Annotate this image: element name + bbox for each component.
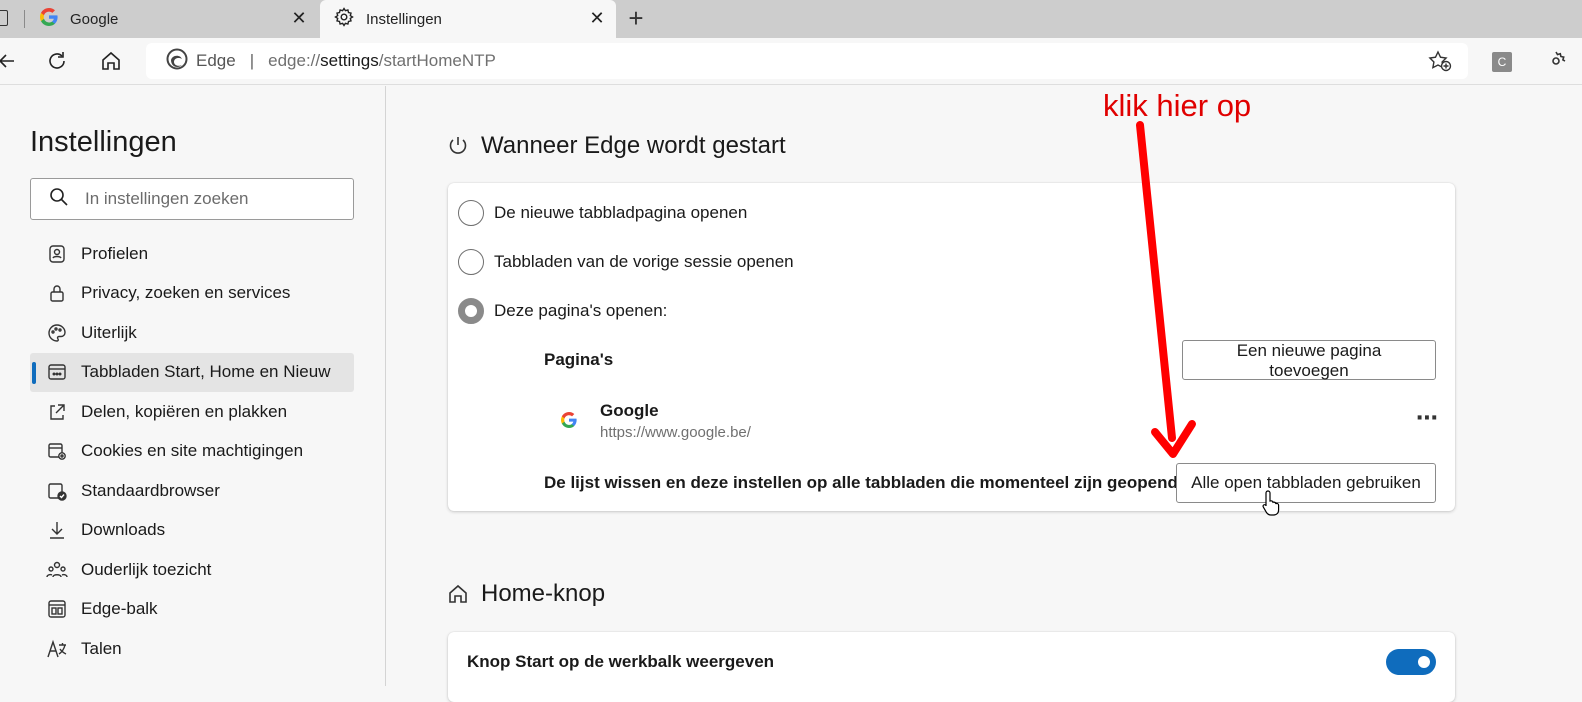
new-tab-button[interactable]: + <box>622 5 650 33</box>
refresh-icon <box>49 52 65 69</box>
tab-separator <box>24 10 25 28</box>
radio-label: Deze pagina's openen: <box>494 301 668 320</box>
radio-label: Tabbladen van de vorige sessie openen <box>494 252 794 271</box>
tab-google[interactable]: Google ✕ <box>26 0 318 38</box>
sidebar-item-label: Cookies en site machtigingen <box>81 441 304 461</box>
radio-button[interactable] <box>458 249 484 275</box>
page-entry-url: https://www.google.be/ <box>600 424 751 441</box>
use-all-open-tabs-button[interactable]: Alle open tabbladen gebruiken <box>1176 463 1436 503</box>
sidebar-item-ouderlijk[interactable]: Ouderlijk toezicht <box>30 550 354 590</box>
radio-button-checked[interactable] <box>458 298 484 324</box>
close-tab-icon[interactable]: ✕ <box>290 9 308 27</box>
page-entry-name: Google <box>600 401 659 420</box>
back-arrow-icon <box>0 54 14 68</box>
annotation-text: klik hier op <box>1103 88 1252 123</box>
family-icon <box>46 559 68 581</box>
home-button-toggle[interactable] <box>1386 649 1436 675</box>
previous-tab-stub[interactable] <box>0 10 8 26</box>
sidebar-item-label: Ouderlijk toezicht <box>81 559 212 579</box>
tab-title: Instellingen <box>366 10 442 28</box>
pages-label: Pagina's <box>544 350 614 369</box>
sidebar-item-edge-balk[interactable]: Edge-balk <box>30 590 354 630</box>
radio-label: De nieuwe tabbladpagina openen <box>494 203 748 222</box>
browser-check-icon <box>46 480 68 502</box>
sidebar-item-label: Privacy, zoeken en services <box>81 283 291 303</box>
home-icon <box>447 583 469 605</box>
sidebar-item-privacy[interactable]: Privacy, zoeken en services <box>30 274 354 314</box>
tab-settings[interactable]: Instellingen ✕ <box>320 0 616 38</box>
sidebar-item-uiterlijk[interactable]: Uiterlijk <box>30 313 354 353</box>
sidebar-item-label: Standaardbrowser <box>81 480 220 500</box>
home-icon <box>102 51 120 70</box>
radio-open-pages[interactable]: Deze pagina's openen: <box>458 298 667 324</box>
add-favorite-icon[interactable] <box>1428 50 1452 77</box>
language-icon <box>46 638 68 660</box>
extensions-icon[interactable] <box>1545 50 1567 77</box>
url-path: /startHomeNTP <box>378 51 496 70</box>
radio-new-tab[interactable]: De nieuwe tabbladpagina openen <box>458 200 747 226</box>
hand-cursor-icon <box>1262 490 1280 516</box>
section-home-title: Home-knop <box>447 580 605 608</box>
tab-title: Google <box>70 10 119 28</box>
profile-icon <box>46 243 68 265</box>
home-button[interactable] <box>96 46 126 76</box>
cookie-icon <box>46 440 68 462</box>
gear-icon <box>334 7 354 31</box>
home-card: Knop Start op de werkbalk weergeven <box>448 632 1455 702</box>
section-title-text: Wanneer Edge wordt gestart <box>481 132 786 159</box>
clear-list-label: De lijst wissen en deze instellen op all… <box>544 473 1178 492</box>
search-icon <box>49 187 69 212</box>
lock-icon <box>46 282 68 304</box>
google-g-icon <box>40 8 58 30</box>
address-brand: Edge <box>196 51 236 70</box>
share-icon <box>46 401 68 423</box>
download-icon <box>46 519 68 541</box>
settings-sidebar: Instellingen Profielen Privacy, zoeken e… <box>0 86 386 686</box>
startup-card: De nieuwe tabbladpagina openen Tabbladen… <box>448 183 1455 511</box>
search-input[interactable] <box>85 189 325 209</box>
address-bar[interactable]: Edge | edge://settings/startHomeNTP <box>146 43 1468 79</box>
section-title-text: Home-knop <box>481 580 606 607</box>
url-host: settings <box>320 51 379 70</box>
back-button[interactable] <box>0 46 22 76</box>
home-toggle-label: Knop Start op de werkbalk weergeven <box>467 652 775 671</box>
power-icon <box>447 135 469 157</box>
settings-nav: Profielen Privacy, zoeken en services Ui… <box>30 234 354 669</box>
sidebar-item-label: Delen, kopiëren en plakken <box>81 401 288 421</box>
edge-logo-icon <box>166 48 188 75</box>
more-options-icon[interactable]: ⋯ <box>1416 405 1439 431</box>
palette-icon <box>46 322 68 344</box>
sidebar-item-standaardbrowser[interactable]: Standaardbrowser <box>30 471 354 511</box>
radio-previous-session[interactable]: Tabbladen van de vorige sessie openen <box>458 249 794 275</box>
google-g-icon <box>561 412 577 433</box>
close-tab-icon[interactable]: ✕ <box>588 9 606 27</box>
sidebar-item-downloads[interactable]: Downloads <box>30 511 354 551</box>
sidebar-item-label: Edge-balk <box>81 599 158 619</box>
newtab-icon <box>46 361 68 383</box>
sidebar-panel-icon <box>46 598 68 620</box>
add-page-button[interactable]: Een nieuwe pagina toevoegen <box>1182 340 1436 380</box>
sidebar-item-tabbladen[interactable]: Tabbladen Start, Home en Nieuw <box>30 352 354 392</box>
section-startup-title: Wanneer Edge wordt gestart <box>447 132 786 160</box>
sidebar-item-label: Downloads <box>81 520 166 540</box>
sidebar-item-label: Tabbladen Start, Home en Nieuw <box>81 362 331 382</box>
profile-avatar[interactable]: C <box>1492 52 1512 72</box>
url-scheme: edge:// <box>268 51 321 70</box>
sidebar-item-cookies[interactable]: Cookies en site machtigingen <box>30 432 354 472</box>
sidebar-item-profielen[interactable]: Profielen <box>30 234 354 274</box>
sidebar-item-label: Profielen <box>81 243 149 263</box>
address-divider: | <box>249 51 255 70</box>
sidebar-item-label: Talen <box>81 638 122 658</box>
sidebar-title: Instellingen <box>30 126 177 158</box>
toolbar: Edge | edge://settings/startHomeNTP C <box>0 38 1582 85</box>
sidebar-item-label: Uiterlijk <box>81 322 137 342</box>
sidebar-item-talen[interactable]: Talen <box>30 629 354 669</box>
refresh-button[interactable] <box>42 46 72 76</box>
settings-main: Wanneer Edge wordt gestart De nieuwe tab… <box>387 86 1582 702</box>
settings-search[interactable] <box>30 178 354 220</box>
tab-strip: Google ✕ Instellingen ✕ + <box>0 0 1582 38</box>
radio-button[interactable] <box>458 200 484 226</box>
sidebar-item-delen[interactable]: Delen, kopiëren en plakken <box>30 392 354 432</box>
